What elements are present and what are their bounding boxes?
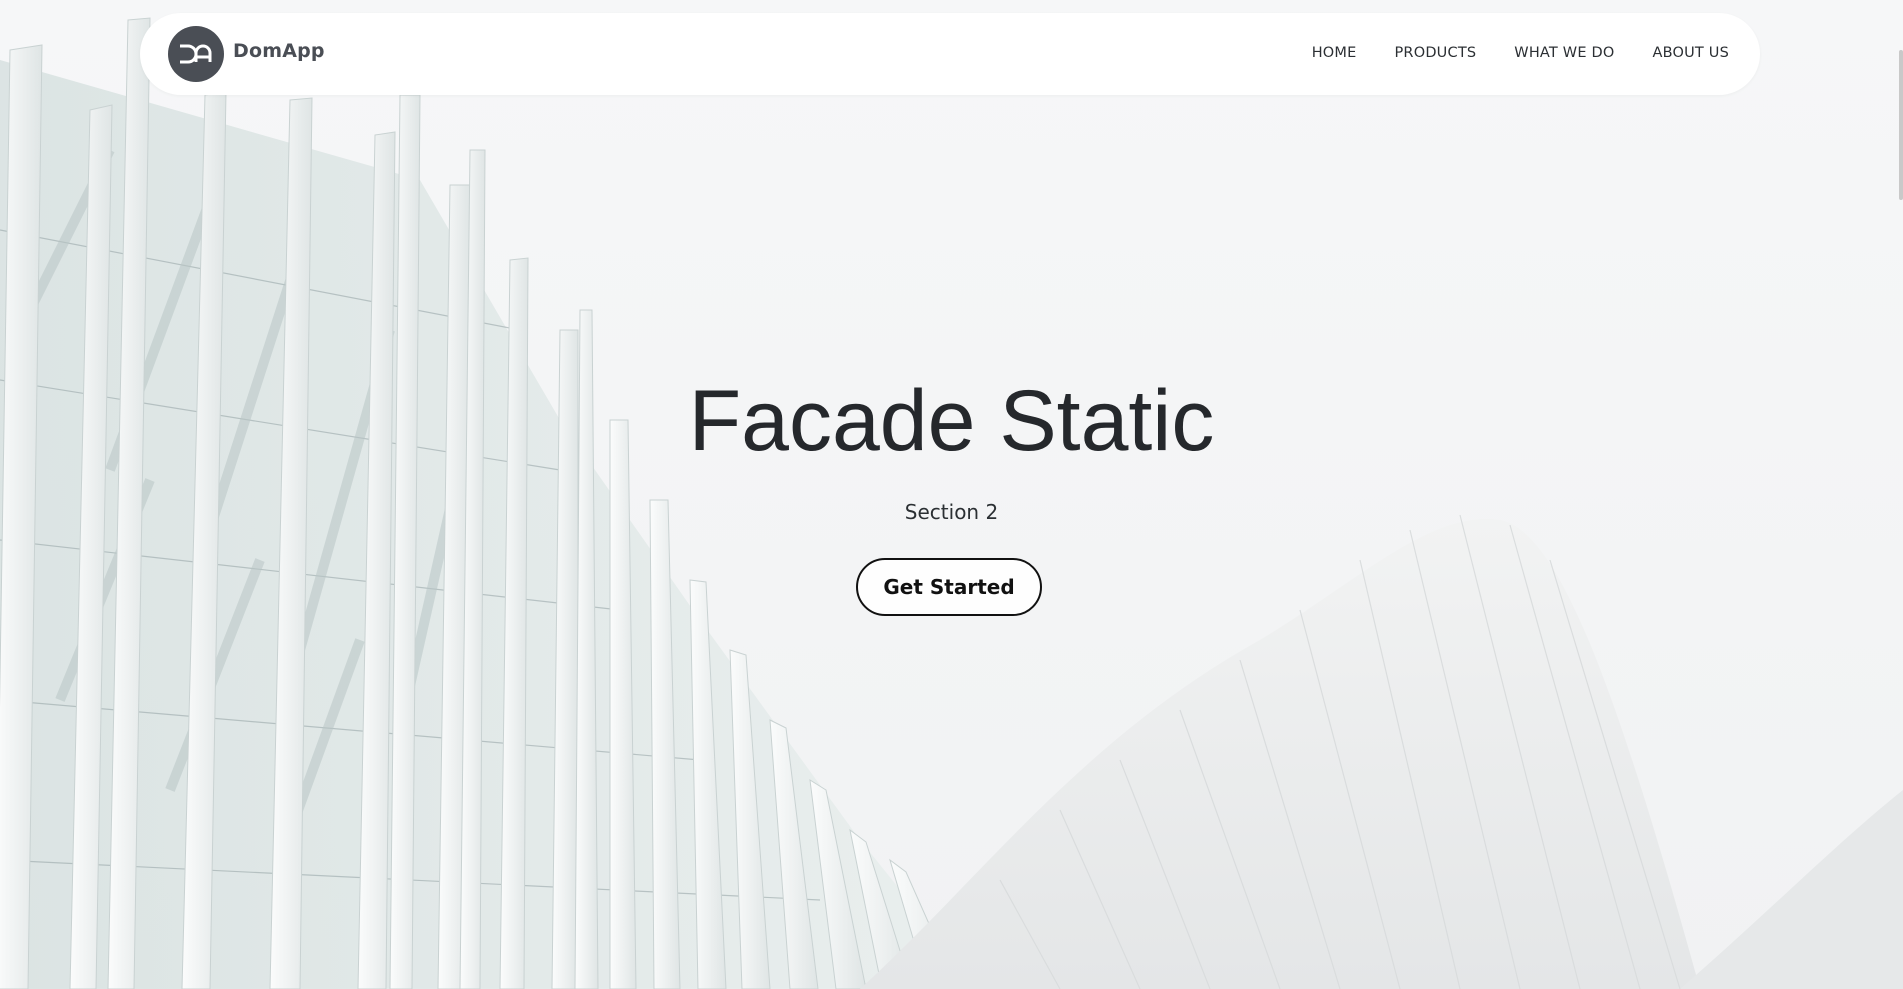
logo-icon[interactable] xyxy=(168,26,224,82)
nav-about-us[interactable]: ABOUT US xyxy=(1652,45,1729,61)
nav-links: HOME PRODUCTS WHAT WE DO ABOUT US xyxy=(1312,45,1729,61)
scrollbar-thumb[interactable] xyxy=(1899,50,1903,200)
get-started-button[interactable]: Get Started xyxy=(856,558,1042,616)
scrollbar[interactable] xyxy=(1899,0,1903,989)
nav-products[interactable]: PRODUCTS xyxy=(1394,45,1476,61)
hero-title: Facade Static xyxy=(688,373,1215,469)
brand-name[interactable]: DomApp xyxy=(233,40,325,62)
logo-monogram xyxy=(180,44,212,64)
page: DomApp HOME PRODUCTS WHAT WE DO ABOUT US… xyxy=(0,0,1903,989)
hero-background-image xyxy=(0,0,1903,989)
hero-subtitle: Section 2 xyxy=(904,500,999,524)
nav-home[interactable]: HOME xyxy=(1312,45,1357,61)
nav-what-we-do[interactable]: WHAT WE DO xyxy=(1514,45,1614,61)
navbar: DomApp HOME PRODUCTS WHAT WE DO ABOUT US xyxy=(140,13,1760,95)
